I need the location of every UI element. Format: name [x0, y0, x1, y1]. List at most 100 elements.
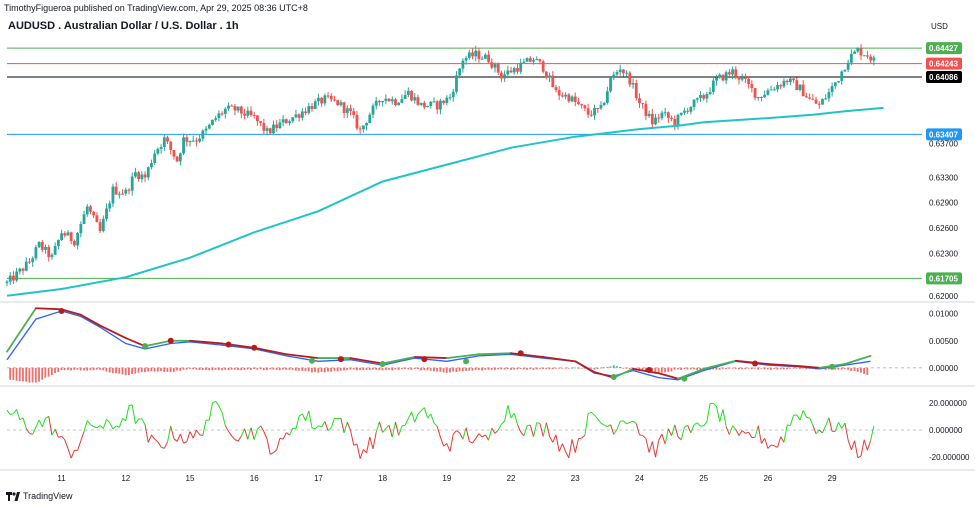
macd-histogram-bar	[31, 367, 34, 383]
candle-body	[333, 99, 336, 101]
oscillator-segment	[513, 413, 518, 425]
oscillator-segment	[610, 424, 615, 435]
oscillator-segment	[818, 429, 823, 434]
oscillator-segment	[462, 427, 467, 440]
macd-histogram-bar	[227, 367, 230, 371]
macd-histogram-bar	[513, 367, 516, 370]
macd-histogram-bar	[426, 367, 429, 371]
macd-histogram-bar	[452, 367, 455, 372]
candle-body	[721, 74, 725, 81]
candle-body	[352, 111, 356, 115]
candle-body	[657, 117, 661, 119]
oscillator-segment	[192, 429, 197, 439]
signal-line-segment	[34, 307, 63, 311]
oscillator-segment	[774, 445, 778, 448]
candle-body	[583, 105, 587, 109]
candle-body	[121, 193, 124, 195]
level-tag-label: 0.64086	[929, 73, 958, 82]
oscillator-segment	[504, 405, 509, 422]
oscillator-segment	[527, 424, 531, 427]
oscillator-segment	[600, 422, 605, 426]
macd-histogram-bar	[25, 367, 28, 382]
oscillator-segment	[16, 409, 21, 420]
oscillator-segment	[626, 421, 631, 425]
candle-body	[230, 105, 234, 107]
macd-histogram-bar	[850, 367, 853, 372]
macd-histogram-bar	[237, 367, 239, 371]
candle-body	[644, 103, 648, 117]
macd-histogram-bar	[506, 367, 509, 370]
candle-body	[525, 58, 529, 62]
chart-canvas[interactable]: 0.64427 0.64243 0.64086 0.63407 0.61705 0.637…	[0, 0, 975, 508]
candle-body	[384, 98, 388, 102]
oscillator-segment	[305, 410, 310, 421]
oscillator-segment	[745, 431, 749, 434]
macd-histogram-bar	[599, 367, 602, 369]
oscillator-segment	[250, 427, 255, 440]
macd-histogram-bar	[301, 367, 304, 371]
candle-body	[824, 98, 828, 100]
oscillator-segment	[822, 425, 827, 434]
candle-body	[464, 57, 468, 61]
candle-body	[692, 99, 696, 107]
oscillator-segment	[298, 413, 303, 417]
macd-histogram-bar	[413, 367, 416, 370]
oscillator-segment	[308, 410, 313, 428]
macd-histogram-bar	[359, 367, 361, 371]
candle-body	[792, 78, 795, 81]
candle-body	[12, 275, 15, 281]
macd-histogram-bar	[715, 367, 718, 370]
time-axis-label: 24	[635, 474, 644, 483]
oscillator-segment	[6, 409, 11, 415]
candle-body	[15, 271, 19, 281]
macd-histogram-bar	[449, 367, 451, 373]
macd-histogram-bar	[89, 367, 92, 371]
oscillator-segment	[815, 429, 820, 435]
macd-histogram-bar	[205, 367, 207, 371]
candle-body	[756, 96, 760, 98]
macd-histogram-bar	[442, 367, 445, 373]
candle-body	[586, 108, 590, 115]
oscillator-segment	[160, 446, 165, 449]
oscillator-segment	[796, 414, 801, 421]
oscillator-segment	[359, 449, 364, 459]
candle-body	[541, 61, 545, 72]
macd-histogram-bar	[734, 367, 737, 369]
oscillator-segment	[799, 410, 804, 420]
macd-histogram-bar	[362, 367, 365, 371]
macd-histogram-bar	[147, 367, 150, 372]
level-tag-label: 0.61705	[929, 274, 958, 283]
oscillator-segment	[247, 427, 252, 440]
macd-histogram-bar	[15, 367, 18, 381]
oscillator-segment	[356, 443, 361, 459]
candle-body	[358, 128, 362, 130]
candle-body	[249, 110, 253, 116]
macd-histogram-bar	[843, 367, 846, 370]
oscillator-segment	[732, 425, 737, 430]
oscillator-segment	[706, 403, 711, 422]
candle-body	[638, 98, 641, 104]
oscillator-segment	[581, 434, 586, 439]
oscillator-segment	[109, 422, 114, 430]
macd-histogram-bar	[391, 367, 394, 371]
tradingview-logo-icon	[6, 491, 20, 501]
macd-histogram-bar	[368, 367, 371, 371]
time-axis-label: 22	[507, 474, 516, 483]
candle-body	[201, 130, 205, 139]
oscillator-segment	[469, 440, 473, 444]
candle-body	[281, 119, 285, 123]
candle-body	[689, 106, 693, 112]
candle-body	[496, 63, 500, 73]
macd-histogram-bar	[269, 367, 272, 370]
candle-body	[243, 113, 246, 116]
macd-histogram-bar	[860, 367, 862, 373]
candle-body	[108, 203, 112, 209]
candle-body	[869, 56, 873, 61]
candle-body	[737, 76, 741, 80]
macd-histogram-bar	[44, 367, 47, 378]
candle-body	[429, 101, 433, 107]
macd-histogram-bar	[622, 367, 625, 369]
tradingview-brand[interactable]: TradingView	[6, 491, 73, 501]
macd-histogram-bar	[773, 367, 776, 370]
oscillator-segment	[301, 413, 307, 421]
